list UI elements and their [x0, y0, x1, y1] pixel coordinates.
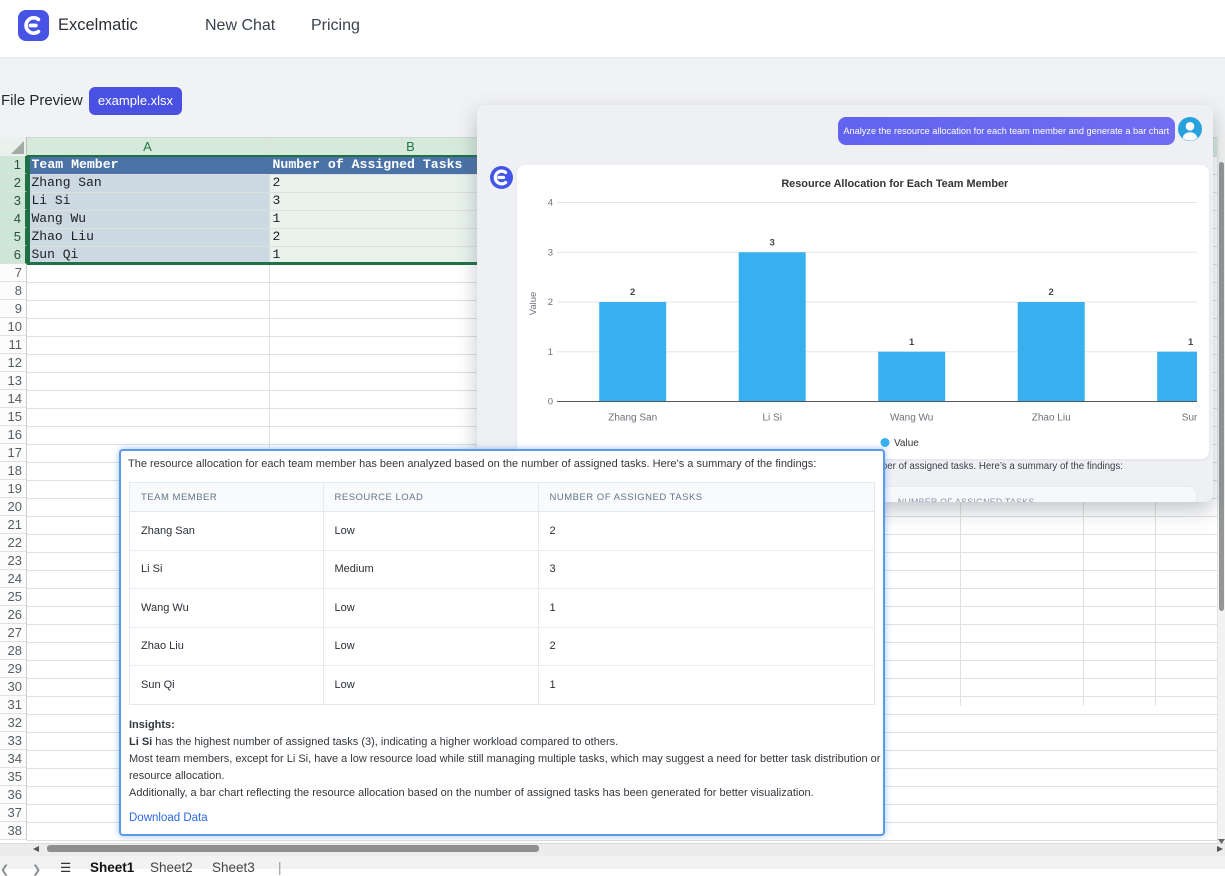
- svg-text:Wang Wu: Wang Wu: [890, 413, 933, 424]
- svg-text:1: 1: [909, 337, 915, 348]
- svg-text:4: 4: [548, 198, 553, 209]
- svg-text:Li Si: Li Si: [762, 413, 781, 424]
- svg-text:Sun: Sun: [1182, 413, 1197, 424]
- svg-text:Value: Value: [894, 438, 919, 449]
- svg-text:2: 2: [548, 297, 553, 308]
- svg-text:Zhao Liu: Zhao Liu: [1032, 413, 1071, 424]
- svg-text:3: 3: [769, 237, 774, 248]
- svg-text:0: 0: [548, 397, 553, 408]
- svg-text:1: 1: [1188, 337, 1194, 348]
- svg-text:2: 2: [1048, 287, 1053, 298]
- svg-text:Zhang San: Zhang San: [608, 413, 657, 424]
- svg-text:Value: Value: [528, 292, 539, 316]
- svg-text:3: 3: [548, 247, 553, 258]
- svg-text:2: 2: [630, 287, 635, 298]
- svg-text:1: 1: [548, 347, 553, 358]
